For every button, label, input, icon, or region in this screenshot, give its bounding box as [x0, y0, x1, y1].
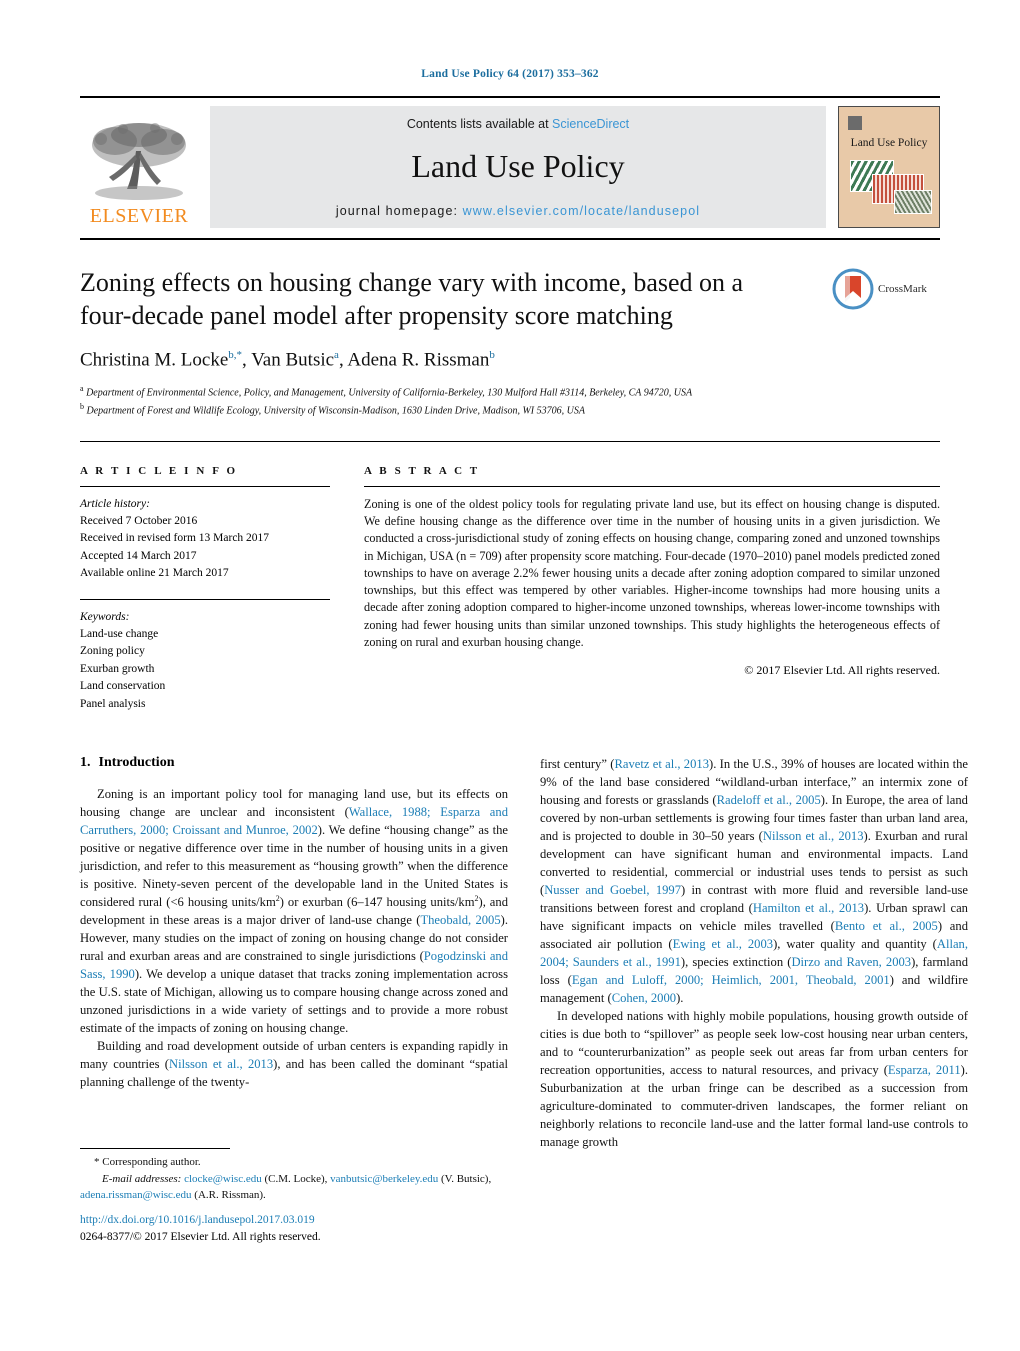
article-history-list: Received 7 October 2016 Received in revi… — [80, 513, 330, 583]
email-addresses-note: E-mail addresses: clocke@wisc.edu (C.M. … — [80, 1171, 508, 1204]
citation-link[interactable]: Egan and Luloff, 2000; Heimlich, 2001, T… — [572, 973, 890, 987]
corresponding-author-note: * Corresponding author. — [94, 1156, 201, 1168]
email-link[interactable]: vanbutsic@berkeley.edu — [330, 1173, 438, 1185]
citation-link[interactable]: Hamilton et al., 2013 — [753, 901, 864, 915]
keyword-item: Zoning policy — [80, 645, 145, 658]
paragraph: Building and road development outside of… — [80, 1039, 508, 1090]
email-owner: (C.M. Locke), — [264, 1172, 328, 1185]
affiliation-list: a Department of Environmental Science, P… — [80, 383, 940, 419]
elsevier-tree-icon — [92, 123, 186, 200]
abstract-column: A B S T R A C T Zoning is one of the old… — [364, 449, 940, 714]
elsevier-logo: ELSEVIER — [80, 106, 198, 228]
email-owner: (A.R. Rissman). — [194, 1189, 266, 1201]
citation-link[interactable]: Ravetz et al., 2013 — [614, 757, 709, 771]
abstract-rule — [364, 485, 940, 487]
keyword-item: Land conservation — [80, 680, 166, 693]
doi-block: http://dx.doi.org/10.1016/j.landusepol.2… — [80, 1212, 520, 1247]
cover-publisher-mark-icon — [848, 116, 862, 130]
homepage-prefix: journal homepage: — [335, 204, 463, 218]
body-columns: 1. Introduction Zoning is an important po… — [80, 755, 968, 1151]
sciencedirect-link[interactable]: ScienceDirect — [552, 117, 629, 131]
banner-center: Contents lists available at ScienceDirec… — [210, 106, 826, 228]
cover-title: Land Use Policy — [850, 137, 928, 149]
keyword-item: Panel analysis — [80, 697, 146, 710]
doi-link[interactable]: http://dx.doi.org/10.1016/j.landusepol.2… — [80, 1212, 520, 1229]
citation-link[interactable]: Nilsson et al., 2013 — [169, 1057, 273, 1071]
journal-banner: ELSEVIER Contents lists available at Sci… — [80, 96, 940, 228]
citation-link[interactable]: Ewing et al., 2003 — [673, 937, 773, 951]
article-info-rule — [80, 485, 330, 487]
email-label: E-mail addresses: — [102, 1172, 182, 1185]
keyword-item: Exurban growth — [80, 662, 155, 675]
elsevier-wordmark: ELSEVIER — [89, 205, 189, 227]
author-affil-marker: b — [489, 348, 495, 361]
paragraph: In developed nations with highly mobile … — [540, 1009, 968, 1150]
crossmark-icon — [832, 268, 874, 310]
email-owner: (V. Butsic), — [441, 1172, 492, 1185]
journal-cover-thumbnail: Land Use Policy — [838, 106, 940, 228]
citation-link[interactable]: Nusser and Goebel, 1997 — [544, 883, 681, 897]
footnote-rule — [80, 1148, 230, 1149]
paragraph: first century” (Ravetz et al., 2013). In… — [540, 757, 968, 1006]
citation-link[interactable]: Radeloff et al., 2005 — [717, 793, 821, 807]
issn-copyright-line: 0264-8377/© 2017 Elsevier Ltd. All right… — [80, 1231, 321, 1244]
history-item: Received in revised form 13 March 2017 — [80, 532, 270, 545]
crossmark-label: CrossMark — [878, 283, 927, 295]
contents-prefix: Contents lists available at — [406, 117, 553, 131]
keywords-list: Land-use change Zoning policy Exurban gr… — [80, 626, 330, 713]
keywords-rule — [80, 598, 330, 600]
body-column-left: 1. Introduction Zoning is an important po… — [80, 755, 508, 1151]
keyword-item: Land-use change — [80, 627, 159, 640]
citation-link[interactable]: Pogodzinski and Sass, 1990 — [80, 949, 508, 981]
affiliation-item: b Department of Forest and Wildlife Ecol… — [80, 401, 585, 417]
abstract-heading: A B S T R A C T — [364, 464, 480, 477]
article-info-heading: A R T I C L E I N F O — [80, 464, 238, 477]
crossmark-badge[interactable]: CrossMark — [832, 268, 940, 310]
keywords-label: Keywords: — [80, 610, 130, 623]
banner-bottom-rule — [80, 238, 940, 240]
paper-page: Land Use Policy 64 (2017) 353–362 ELSEVI… — [0, 0, 1020, 1351]
citation-link[interactable]: Bento et al., 2005 — [835, 919, 938, 933]
article-history-label: Article history: — [80, 497, 150, 510]
cover-photo-village — [894, 190, 932, 214]
running-head: Land Use Policy 64 (2017) 353–362 — [421, 68, 599, 80]
homepage-url-link[interactable]: www.elsevier.com/locate/landusepol — [463, 204, 701, 218]
section-title: Introduction — [98, 755, 175, 771]
citation-link[interactable]: Nilsson et al., 2013 — [763, 829, 864, 843]
journal-homepage-line: journal homepage: www.elsevier.com/locat… — [336, 204, 700, 218]
abstract-text: Zoning is one of the oldest policy tools… — [364, 496, 940, 650]
citation-link[interactable]: Wallace, 1988; Esparza and Carruthers, 2… — [80, 805, 508, 837]
page-title: Zoning effects on housing change vary wi… — [80, 268, 744, 331]
history-item: Received 7 October 2016 — [80, 514, 198, 527]
author-list: Christina M. Lockeb,*, Van Butsica, Aden… — [80, 348, 495, 370]
section-heading-introduction: 1. Introduction — [80, 755, 508, 771]
email-link[interactable]: clocke@wisc.edu — [184, 1173, 262, 1185]
article-info-column: A R T I C L E I N F O Article history: R… — [80, 449, 330, 714]
citation-link[interactable]: Esparza, 2011 — [888, 1063, 961, 1077]
section-number: 1. — [80, 755, 91, 771]
paragraph: Zoning is an important policy tool for m… — [80, 787, 509, 1036]
history-item: Accepted 14 March 2017 — [80, 549, 197, 562]
author-affil-marker: a — [334, 348, 339, 361]
body-column-right: first century” (Ravetz et al., 2013). In… — [540, 755, 968, 1151]
email-link[interactable]: adena.rissman@wisc.edu — [80, 1189, 192, 1201]
journal-title: Land Use Policy — [411, 147, 625, 184]
title-block: CrossMark Zoning effects on housing chan… — [80, 266, 940, 419]
footnote-block: * Corresponding author. E-mail addresses… — [80, 1148, 508, 1204]
contents-lists-line: Contents lists available at ScienceDirec… — [407, 117, 629, 131]
citation-link[interactable]: Theobald, 2005 — [420, 913, 500, 927]
info-abstract-section: A R T I C L E I N F O Article history: R… — [80, 440, 940, 714]
author-affil-marker: b,* — [228, 348, 243, 361]
citation-link[interactable]: Dirzo and Raven, 2003 — [791, 955, 911, 969]
affiliation-item: a Department of Environmental Science, P… — [80, 383, 693, 399]
history-item: Available online 21 March 2017 — [80, 567, 229, 580]
abstract-copyright: © 2017 Elsevier Ltd. All rights reserved… — [744, 663, 940, 678]
citation-link[interactable]: Cohen, 2000 — [612, 991, 676, 1005]
